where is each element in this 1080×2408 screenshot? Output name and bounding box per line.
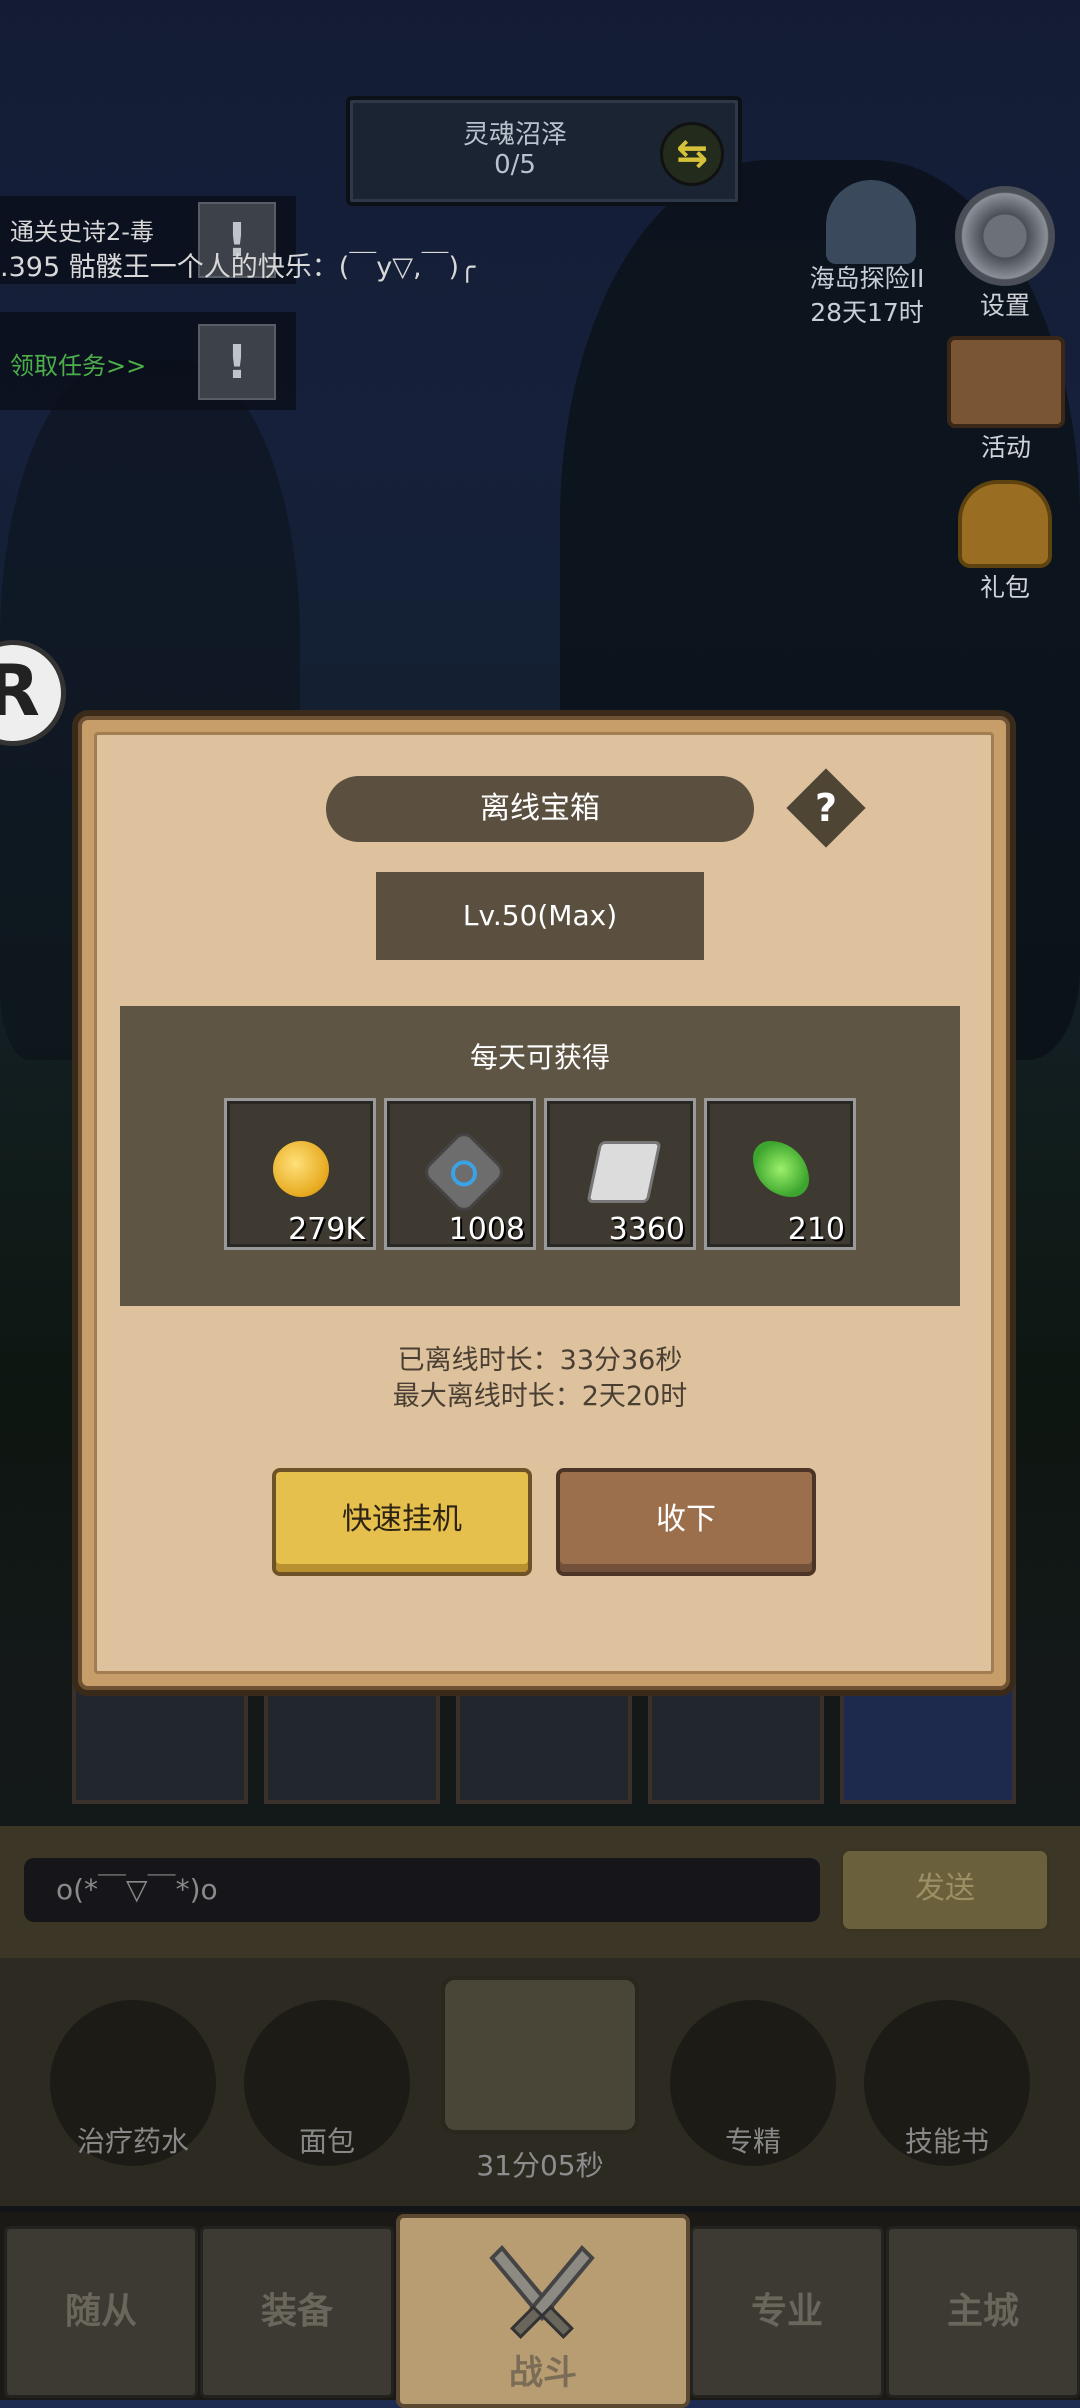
- reward-slot[interactable]: 210: [704, 1098, 856, 1250]
- anchor-icon: [826, 180, 916, 264]
- rewards-header: 每天可获得: [469, 1041, 610, 1074]
- hero-card[interactable]: [72, 1680, 248, 1804]
- island-label: 海岛探险II 28天17时: [792, 262, 942, 330]
- tab-battle[interactable]: 战斗: [396, 2214, 690, 2408]
- mastery-button[interactable]: 专精: [668, 2000, 838, 2166]
- stage-name: 灵魂沼泽: [462, 120, 567, 150]
- reward-amount: 279K: [288, 1212, 365, 1247]
- settings-button[interactable]: 设置: [950, 186, 1060, 322]
- crossed-swords-icon: [489, 2245, 595, 2339]
- hero-card[interactable]: [264, 1680, 440, 1804]
- reward-slot[interactable]: 1008: [384, 1098, 536, 1250]
- accept-quest-link[interactable]: 领取任务>>: [10, 346, 146, 381]
- exclamation-icon[interactable]: !: [198, 324, 276, 400]
- tab-battle-label: 战斗: [509, 2353, 577, 2393]
- potion-button[interactable]: 治疗药水: [48, 2000, 218, 2166]
- chest-timer: 31分05秒: [476, 2149, 604, 2182]
- reward-panel: 每天可获得 279K 1008 3360 210: [120, 1006, 960, 1306]
- help-button[interactable]: ?: [786, 768, 866, 848]
- max-offline-duration: 最大离线时长：2天20时: [392, 1381, 688, 1412]
- chat-ticker: .395 骷髅王一个人的快乐：(￣y▽,￣)╭: [0, 252, 476, 283]
- settings-label: 设置: [979, 291, 1030, 320]
- collect-button[interactable]: 收下: [556, 1468, 816, 1576]
- gift-label: 礼包: [979, 573, 1030, 602]
- chat-input[interactable]: o(*￣▽￣*)o: [24, 1858, 820, 1922]
- reward-slot[interactable]: 279K: [224, 1098, 376, 1250]
- tab-profession[interactable]: 专业: [690, 2226, 884, 2398]
- reward-amount: 210: [787, 1212, 845, 1247]
- question-icon: ?: [814, 786, 838, 830]
- quick-idle-button[interactable]: 快速挂机: [272, 1468, 532, 1576]
- skillbook-label: 技能书: [904, 2125, 989, 2158]
- hero-card[interactable]: [648, 1680, 824, 1804]
- stage-panel[interactable]: 灵魂沼泽 0/5 ⇆: [346, 96, 742, 206]
- offline-duration: 已离线时长：33分36秒: [397, 1345, 683, 1376]
- reward-amount: 3360: [608, 1212, 685, 1247]
- quest-panel-2[interactable]: 领取任务>> !: [0, 312, 296, 410]
- quest-text: 通关史诗2-毒: [10, 218, 154, 246]
- hero-card[interactable]: [456, 1680, 632, 1804]
- skillbook-button[interactable]: 技能书: [862, 2000, 1032, 2166]
- reward-slot[interactable]: 3360: [544, 1098, 696, 1250]
- island-event[interactable]: [816, 180, 926, 264]
- gold-coin-icon: [273, 1141, 329, 1197]
- mastery-label: 专精: [724, 2125, 781, 2158]
- bread-button[interactable]: 面包: [242, 2000, 412, 2166]
- send-button[interactable]: 发送: [840, 1848, 1050, 1932]
- tab-city[interactable]: 主城: [886, 2226, 1080, 2398]
- swap-icon[interactable]: ⇆: [660, 122, 724, 186]
- island-event-name: 海岛探险II: [809, 264, 925, 293]
- gift-icon: [958, 480, 1052, 568]
- scroll-icon: [586, 1141, 662, 1203]
- notice-board-icon: [947, 336, 1065, 428]
- island-event-time: 28天17时: [810, 298, 924, 327]
- gear-icon: [955, 186, 1055, 286]
- reward-amount: 1008: [448, 1212, 525, 1247]
- dialog-title: 离线宝箱: [326, 776, 754, 842]
- chest-level: Lv.50(Max): [376, 872, 704, 960]
- gift-button[interactable]: 礼包: [950, 480, 1060, 604]
- events-label: 活动: [980, 433, 1031, 462]
- potion-label: 治疗药水: [76, 2125, 189, 2158]
- rune-stone-icon: [420, 1128, 508, 1216]
- treasure-chest-icon: [441, 1976, 639, 2134]
- tab-equipment[interactable]: 装备: [200, 2226, 394, 2398]
- clover-icon: [753, 1141, 809, 1197]
- bread-label: 面包: [298, 2125, 355, 2158]
- offline-chest-button[interactable]: 31分05秒: [440, 1976, 640, 2184]
- tab-followers[interactable]: 随从: [4, 2226, 198, 2398]
- hero-card[interactable]: [840, 1680, 1016, 1804]
- stage-progress: 0/5: [494, 150, 536, 180]
- events-button[interactable]: 活动: [946, 336, 1066, 464]
